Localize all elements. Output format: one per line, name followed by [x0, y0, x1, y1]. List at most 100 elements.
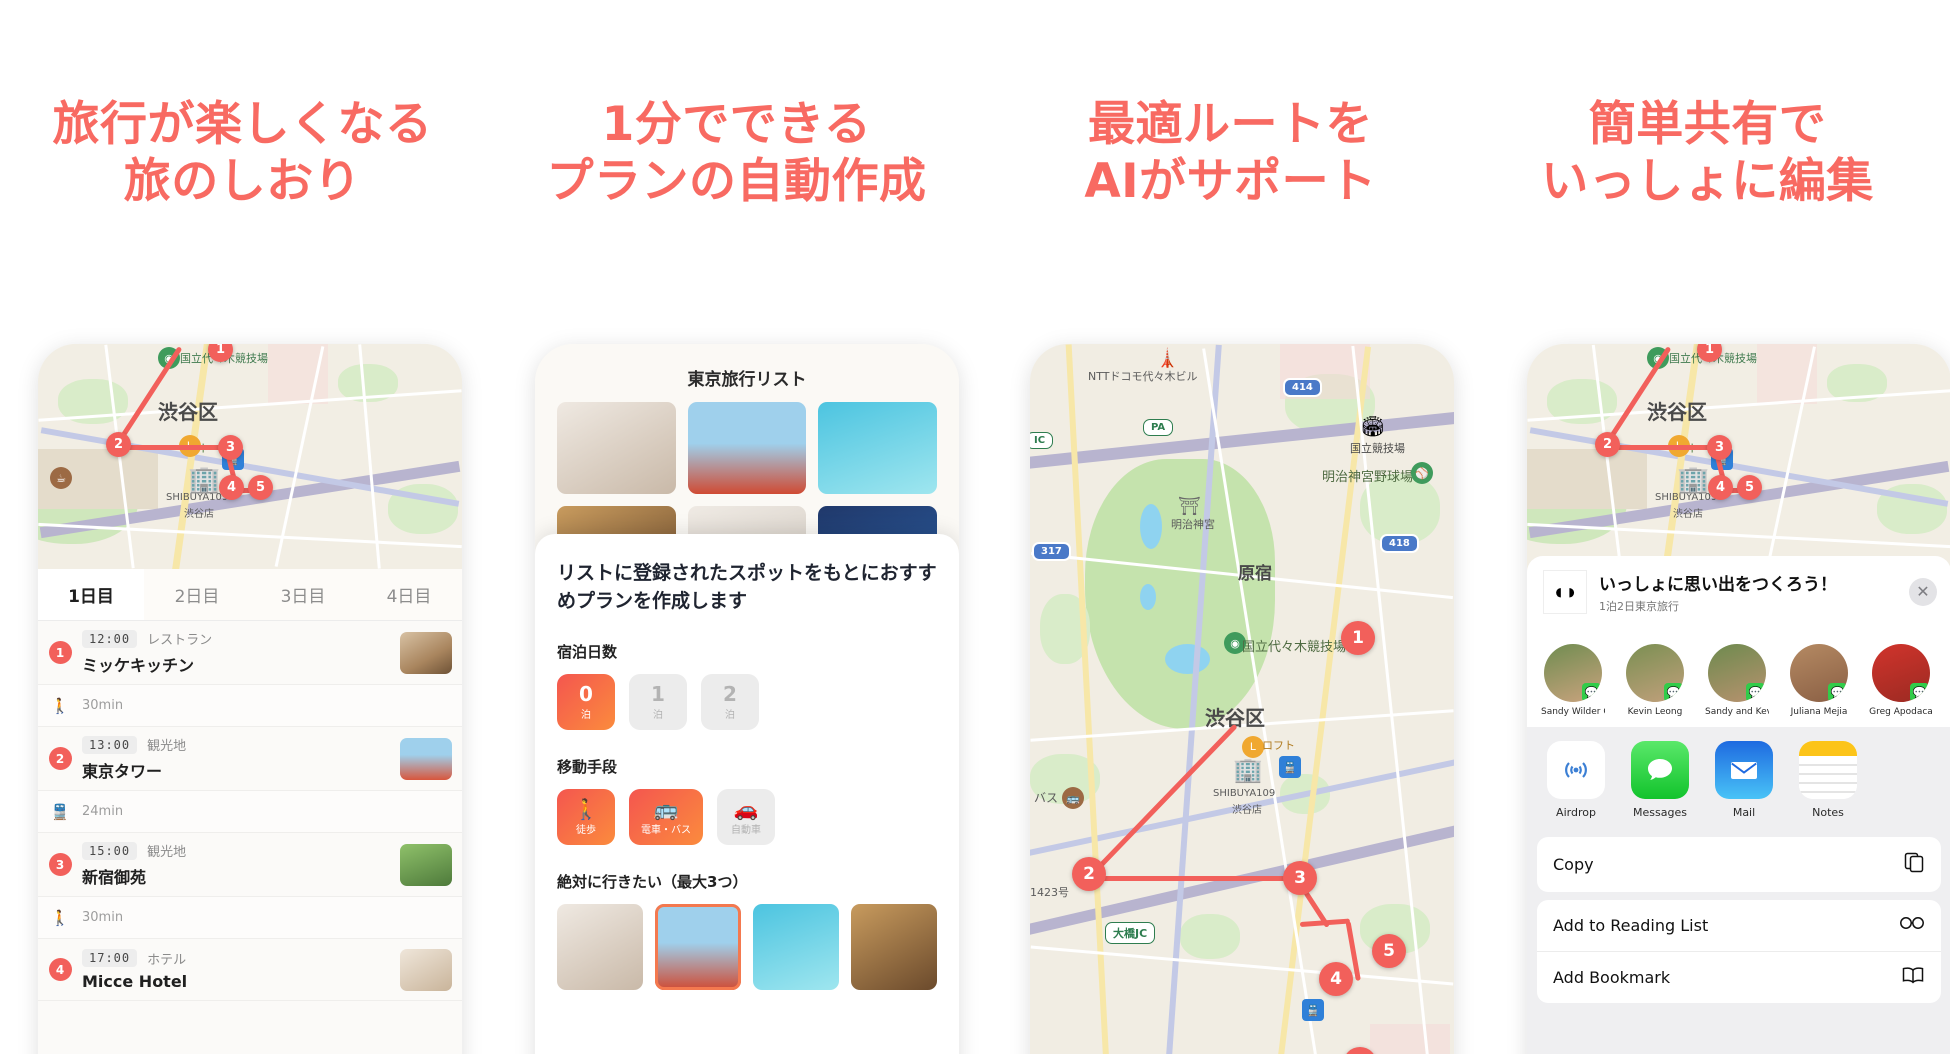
bus-icon: 🚌	[653, 796, 679, 821]
avatar: 💬	[1790, 644, 1848, 702]
map-label-jingu-stadium: 明治神宮野球場	[1322, 470, 1414, 485]
walk-icon: 🚶	[50, 909, 70, 927]
map-label-meiji-jingu: 明治神宮	[1171, 518, 1215, 531]
share-header: ◖◗ いっしょに思い出をつくろう！ 1泊2日東京旅行 ✕	[1527, 556, 1950, 628]
route-marker-5[interactable]: 5	[1737, 475, 1762, 500]
baseball-poi-icon: ⚾	[1411, 462, 1433, 484]
action-add-reading-list[interactable]: Add to Reading List	[1537, 900, 1941, 952]
share-app-messages[interactable]: Messages	[1629, 741, 1691, 819]
stop-name: Micce Hotel	[82, 971, 188, 991]
nights-options[interactable]: 0 泊 1 泊 2 泊	[557, 674, 937, 731]
plan-bottom-sheet: リストに登録されたスポットをもとにおすすめプランを作成します 宿泊日数 0 泊 …	[535, 534, 959, 1054]
list-item[interactable]: 2 13:00 観光地 東京タワー	[38, 727, 462, 791]
route-marker-4[interactable]: 4	[1708, 475, 1733, 500]
route-marker-4[interactable]: 4	[219, 475, 244, 500]
transport-option-transit[interactable]: 🚌 電車・バス	[629, 789, 703, 846]
walk-icon: 🚶	[573, 796, 599, 821]
tab-day-1[interactable]: 1日目	[38, 569, 144, 620]
list-item[interactable]: 1 12:00 レストラン ミッケキッチン	[38, 621, 462, 685]
headline-3: 最適ルートを AIがサポート	[1084, 97, 1377, 210]
map-label-national-stadium: 国立競技場	[1350, 442, 1405, 455]
route-shield-317: 317	[1032, 542, 1071, 561]
route-shield-ic: IC	[1030, 432, 1054, 449]
spot-thumbnail[interactable]	[557, 402, 676, 494]
nights-label: 宿泊日数	[557, 643, 618, 662]
list-item[interactable]: 4 17:00 ホテル Micce Hotel	[38, 939, 462, 1001]
nights-value: 1	[651, 681, 665, 706]
share-apps-row[interactable]: Airdrop Messages Mail Notes	[1527, 727, 1950, 829]
messages-icon: 💬	[1746, 683, 1765, 702]
share-people-row[interactable]: 💬 Sandy Wilder Cheng 💬 Kevin Leong 💬 San…	[1527, 628, 1950, 727]
travel-duration: 24min	[82, 804, 124, 819]
cafe-poi-icon: ☕	[50, 467, 72, 489]
close-icon[interactable]: ✕	[1909, 578, 1937, 606]
transport-option-car[interactable]: 🚗 自動車	[717, 789, 775, 846]
share-person[interactable]: 💬 Sandy Wilder Cheng	[1541, 644, 1605, 717]
list-item: 🚆 24min	[38, 791, 462, 833]
building-icon: 🏢	[1677, 464, 1710, 494]
route-marker-3[interactable]: 3	[1707, 435, 1732, 460]
map-label-district: 渋谷区	[158, 400, 218, 424]
share-app-mail[interactable]: Mail	[1713, 741, 1775, 819]
route-marker-5[interactable]: 5	[1372, 934, 1406, 968]
share-person[interactable]: 💬 Juliana Mejia	[1787, 644, 1851, 717]
app-label: Mail	[1732, 806, 1756, 819]
person-name: Sandy and Kevin	[1705, 707, 1769, 717]
nights-option-2[interactable]: 2 泊	[701, 674, 759, 731]
route-marker-3[interactable]: 3	[218, 435, 243, 460]
route-marker-2[interactable]: 2	[106, 432, 131, 457]
action-copy[interactable]: Copy	[1537, 837, 1941, 892]
must-go-pick-spiral[interactable]	[557, 904, 643, 991]
tab-day-2[interactable]: 2日目	[144, 569, 250, 620]
map-label-ntt: NTTドコモ代々木ビル	[1088, 370, 1198, 383]
list-item[interactable]: 3 15:00 観光地 新宿御苑	[38, 833, 462, 897]
nights-option-0[interactable]: 0 泊	[557, 674, 615, 731]
list-item: 🚶 30min	[38, 897, 462, 939]
share-person[interactable]: 💬 Greg Apodaca	[1869, 644, 1933, 717]
itinerary-list[interactable]: 1 12:00 レストラン ミッケキッチン 🚶 30min 2 13:00 観光…	[38, 621, 462, 1054]
must-go-picker[interactable]	[557, 904, 937, 991]
tab-day-3[interactable]: 3日目	[250, 569, 356, 620]
share-app-notes[interactable]: Notes	[1797, 741, 1859, 819]
stop-index-badge: 3	[48, 853, 72, 876]
route-marker-4[interactable]: 4	[1319, 962, 1353, 996]
route-marker-2[interactable]: 2	[1595, 432, 1620, 457]
action-add-bookmark[interactable]: Add Bookmark	[1537, 952, 1941, 1003]
nights-value: 2	[723, 681, 737, 706]
map-view-3[interactable]: 🗼 NTTドコモ代々木ビル 414 PA IC 317 418 🏟 国立競技場 …	[1030, 344, 1454, 1054]
person-name: Kevin Leong	[1627, 707, 1683, 717]
share-person[interactable]: 💬 Kevin Leong	[1623, 644, 1687, 717]
map-view-1[interactable]: 渋谷区 フト SHIBUYA109 渋谷店 国立代々木競技場 ◉ L ☕ 🚆 🏢…	[38, 344, 462, 569]
spot-thumbnail[interactable]	[818, 402, 937, 494]
action-label: Copy	[1553, 855, 1594, 874]
share-action-group-bookmarks: Add to Reading List Add Bookmark	[1537, 900, 1941, 1003]
nights-option-1[interactable]: 1 泊	[629, 674, 687, 731]
route-marker-1[interactable]: 1	[1341, 621, 1375, 655]
tower-icon: 🗼	[1156, 348, 1179, 368]
must-go-pick-cafe[interactable]	[851, 904, 937, 991]
stop-category: 観光地	[147, 739, 187, 754]
spot-thumbnail[interactable]	[687, 402, 807, 494]
transport-options[interactable]: 🚶 徒歩 🚌 電車・バス 🚗 自動車	[557, 789, 937, 846]
transport-option-walk[interactable]: 🚶 徒歩	[557, 789, 615, 846]
day-tabs[interactable]: 1日目 2日目 3日目 4日目	[38, 569, 462, 621]
tab-day-4[interactable]: 4日目	[356, 569, 462, 620]
copy-icon	[1903, 851, 1925, 878]
share-person[interactable]: 💬 Sandy and Kevin	[1705, 644, 1769, 717]
must-go-pick-tokyo-tower[interactable]	[655, 904, 741, 991]
train-icon: 🚆	[50, 803, 70, 821]
route-marker-3[interactable]: 3	[1283, 861, 1317, 895]
action-label: Add to Reading List	[1553, 916, 1709, 935]
phone-mockup-share: 渋谷区 フト SHIBUYA109 渋谷店 国立代々木競技場 ◉ L 🚆 🏢 1…	[1527, 344, 1950, 1054]
avatar: 💬	[1626, 644, 1684, 702]
building-icon: 🏢	[1233, 757, 1263, 784]
share-app-airdrop[interactable]: Airdrop	[1545, 741, 1607, 819]
route-marker-5[interactable]: 5	[248, 475, 273, 500]
messages-icon: 💬	[1582, 683, 1601, 702]
stop-index-badge: 2	[48, 747, 72, 770]
nights-unit: 泊	[653, 709, 663, 721]
must-go-pick-ocean[interactable]	[753, 904, 839, 991]
route-shield-414: 414	[1283, 378, 1322, 397]
route-marker-2[interactable]: 2	[1072, 857, 1106, 891]
map-label-ohashi-jc: 大橋JC	[1105, 922, 1156, 944]
